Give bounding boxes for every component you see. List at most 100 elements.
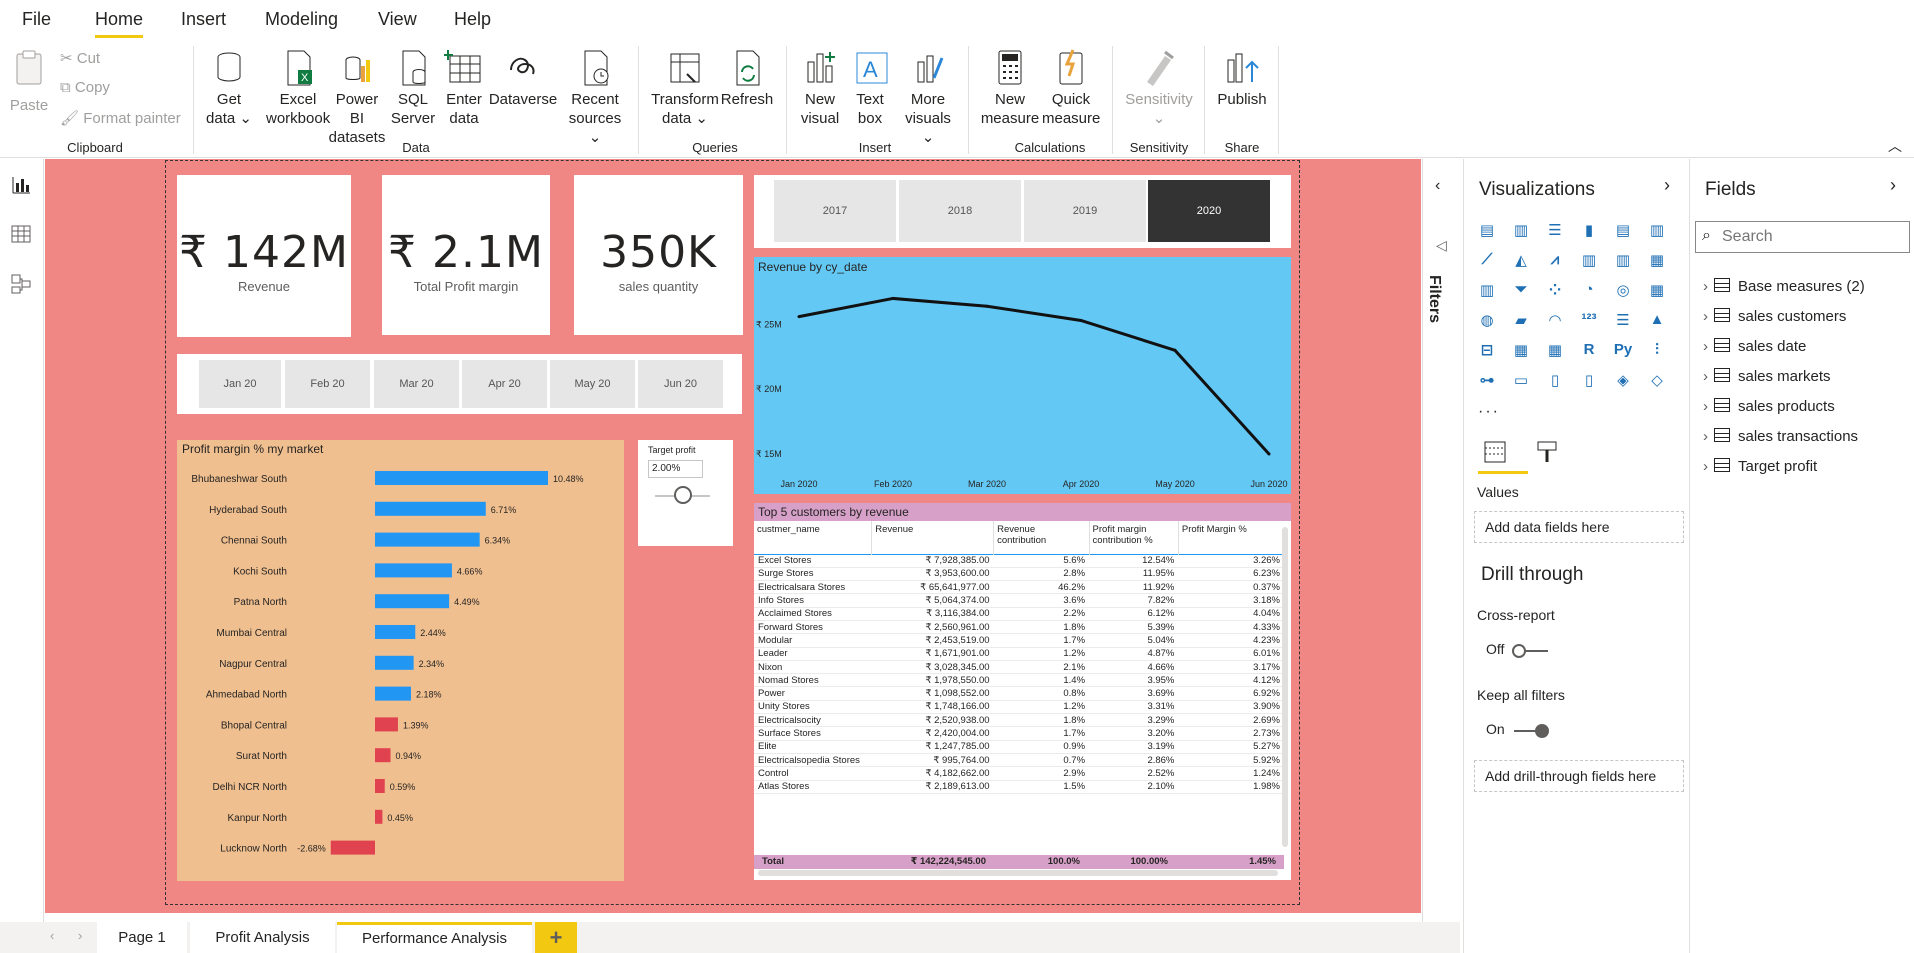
more-visuals-button[interactable]: More visuals ⌄ [900,48,956,147]
table-row[interactable]: Electricalsocity ₹ 2,520,938.00 1.8% 3.29% 2… [754,714,1284,727]
quick-measure-button[interactable]: Quick measure [1042,48,1100,128]
kpi-card-quantity[interactable]: 350K sales quantity [574,175,743,335]
more-visuals-ellipsis[interactable]: ··· [1478,403,1500,421]
chevron-right-icon[interactable]: › [1890,175,1896,196]
stacked-area-viz-icon[interactable]: ⩘ [1544,251,1566,273]
add-page-button[interactable]: + [535,922,577,953]
menu-help[interactable]: Help [454,9,491,30]
table-row[interactable]: Electricalsopedia Stores ₹ 995,764.00 0.7%… [754,753,1284,767]
decomposition-tree-viz-icon[interactable]: ⊶ [1476,371,1498,393]
table-row[interactable]: Nomad Stores ₹ 1,978,550.00 1.4% 3.95% 4.12% [754,674,1284,687]
slicer-month-apr[interactable]: Apr 20 [462,360,547,408]
publish-button[interactable]: Publish [1214,48,1270,109]
excel-workbook-button[interactable]: X Excel workbook [266,48,330,128]
field-table-item[interactable]: › Base measures (2) [1703,278,1865,295]
refresh-button[interactable]: Refresh [720,48,774,109]
table-row[interactable]: Modular ₹ 2,453,519.00 1.7% 5.04% 4.23% [754,634,1284,648]
chevron-right-icon[interactable]: › [1703,428,1708,445]
chevron-right-icon[interactable]: › [1664,175,1670,196]
recent-sources-button[interactable]: Recent sources ⌄ [565,48,625,147]
slicer-month-may[interactable]: May 20 [550,360,635,408]
tab-performance-analysis[interactable]: Performance Analysis [337,922,532,953]
top-customers-table[interactable]: Top 5 customers by revenue custmer_name … [754,503,1291,880]
table-row[interactable]: Surge Stores ₹ 3,953,600.00 2.8% 11.95% 6.23… [754,567,1284,581]
table-row[interactable]: Electricalsara Stores ₹ 65,641,977.00 46.2… [754,581,1284,594]
cut-button[interactable]: ✂ Cut [60,49,100,67]
horizontal-scrollbar[interactable] [758,870,1278,876]
collapse-ribbon-icon[interactable]: ︿ [1888,136,1902,156]
slicer-year-2018[interactable]: 2018 [899,180,1021,242]
slicer-year-2020[interactable]: 2020 [1148,180,1270,242]
target-profit-input[interactable]: 2.00% [648,460,703,478]
power-apps-viz-icon[interactable]: ◈ [1612,371,1634,393]
new-measure-button[interactable]: New measure [980,48,1040,128]
table-row[interactable]: Control ₹ 4,182,662.00 2.9% 2.52% 1.24% [754,767,1284,781]
key-influencers-viz-icon[interactable]: ⫶ [1646,341,1668,363]
slicer-month-jun[interactable]: Jun 20 [638,360,723,408]
field-table-item[interactable]: › sales transactions [1703,428,1858,445]
menu-insert[interactable]: Insert [181,9,226,30]
new-visual-button[interactable]: New visual [799,48,841,128]
paste-button[interactable]: Paste [8,48,50,115]
column-header[interactable]: Revenue [871,521,995,554]
slicer-month-jan[interactable]: Jan 20 [199,360,281,408]
table-row[interactable]: Power ₹ 1,098,552.00 0.8% 3.69% 6.92% [754,687,1284,701]
field-table-item[interactable]: › Target profit [1703,458,1817,475]
report-view-icon[interactable] [10,173,32,200]
chevron-right-icon[interactable]: › [1703,458,1708,475]
text-box-button[interactable]: A Text box [852,48,888,128]
scatter-viz-icon[interactable]: ⁘ [1544,281,1566,303]
column-header[interactable]: Profit Margin % [1178,521,1284,554]
slicer-viz-icon[interactable]: ⊟ [1476,341,1498,363]
multi-row-card-viz-icon[interactable]: ☰ [1612,311,1634,333]
chevron-right-icon[interactable]: › [1703,308,1708,325]
dataverse-button[interactable]: Dataverse [488,48,558,109]
kpi-card-revenue[interactable]: ₹ 142M Revenue [177,175,351,337]
sensitivity-button[interactable]: Sensitivity ⌄ [1122,48,1196,128]
add-drill-through-well[interactable]: Add drill-through fields here [1474,760,1684,792]
slicer-year-2019[interactable]: 2019 [1024,180,1146,242]
stacked-bar-viz-icon[interactable]: ▤ [1476,221,1498,243]
chevron-right-icon[interactable]: › [1703,368,1708,385]
fields-search-box[interactable]: ⌕ [1695,221,1910,253]
r-script-viz-icon[interactable]: R [1578,341,1600,363]
python-viz-icon[interactable]: Py [1612,341,1634,363]
table-row[interactable]: Excel Stores ₹ 7,928,385.00 5.6% 12.54% 3.26… [754,554,1284,568]
menu-file[interactable]: File [22,9,51,30]
revenue-line-chart[interactable]: Revenue by cy_date ₹ 25M ₹ 20M ₹ 15M Jan 20… [754,257,1291,494]
cross-report-toggle[interactable] [1512,643,1552,664]
line-viz-icon[interactable]: ⟋ [1476,251,1498,273]
menu-view[interactable]: View [378,9,417,30]
column-header[interactable]: Profit margin contribution % [1089,521,1179,554]
table-row[interactable]: Leader ₹ 1,671,901.00 1.2% 4.87% 6.01% [754,647,1284,661]
field-table-item[interactable]: › sales date [1703,338,1806,355]
tab-page-1[interactable]: Page 1 [97,922,187,953]
tab-profit-analysis[interactable]: Profit Analysis [190,922,335,953]
transform-data-button[interactable]: Transform data ⌄ [650,48,720,128]
tab-scroll-left-icon[interactable]: ‹ [50,928,54,943]
area-viz-icon[interactable]: ◭ [1510,251,1532,273]
chevron-right-icon[interactable]: › [1703,338,1708,355]
kpi-card-profit[interactable]: ₹ 2.1M Total Profit margin [382,175,550,335]
100-column-viz-icon[interactable]: ▥ [1646,221,1668,243]
power-automate-viz-icon[interactable]: ◇ [1646,371,1668,393]
data-view-icon[interactable] [10,223,32,250]
clustered-column-viz-icon[interactable]: ▮ [1578,221,1600,243]
waterfall-viz-icon[interactable]: ▥ [1476,281,1498,303]
smart-narrative-viz-icon[interactable]: ▯ [1544,371,1566,393]
enter-data-button[interactable]: Enter data [443,48,485,128]
keep-filters-toggle[interactable] [1510,723,1550,744]
matrix-viz-icon[interactable]: ▦ [1544,341,1566,363]
funnel-viz-icon[interactable]: ⏷ [1510,281,1532,303]
table-row[interactable]: Elite ₹ 1,247,785.00 0.9% 3.19% 5.27% [754,740,1284,754]
chevron-right-icon[interactable]: › [1703,278,1708,295]
clustered-bar-viz-icon[interactable]: ☰ [1544,221,1566,243]
slicer-year-2017[interactable]: 2017 [774,180,896,242]
paginated-viz-icon[interactable]: ▯ [1578,371,1600,393]
ribbon-viz-icon[interactable]: ▦ [1646,251,1668,273]
profit-margin-chart[interactable]: Profit margin % my market Bhubaneshwar S… [177,440,624,881]
column-header[interactable]: Revenue contribution [993,521,1090,554]
chevron-right-icon[interactable]: › [1703,398,1708,415]
menu-modeling[interactable]: Modeling [265,9,338,30]
vertical-scrollbar[interactable] [1282,527,1288,847]
